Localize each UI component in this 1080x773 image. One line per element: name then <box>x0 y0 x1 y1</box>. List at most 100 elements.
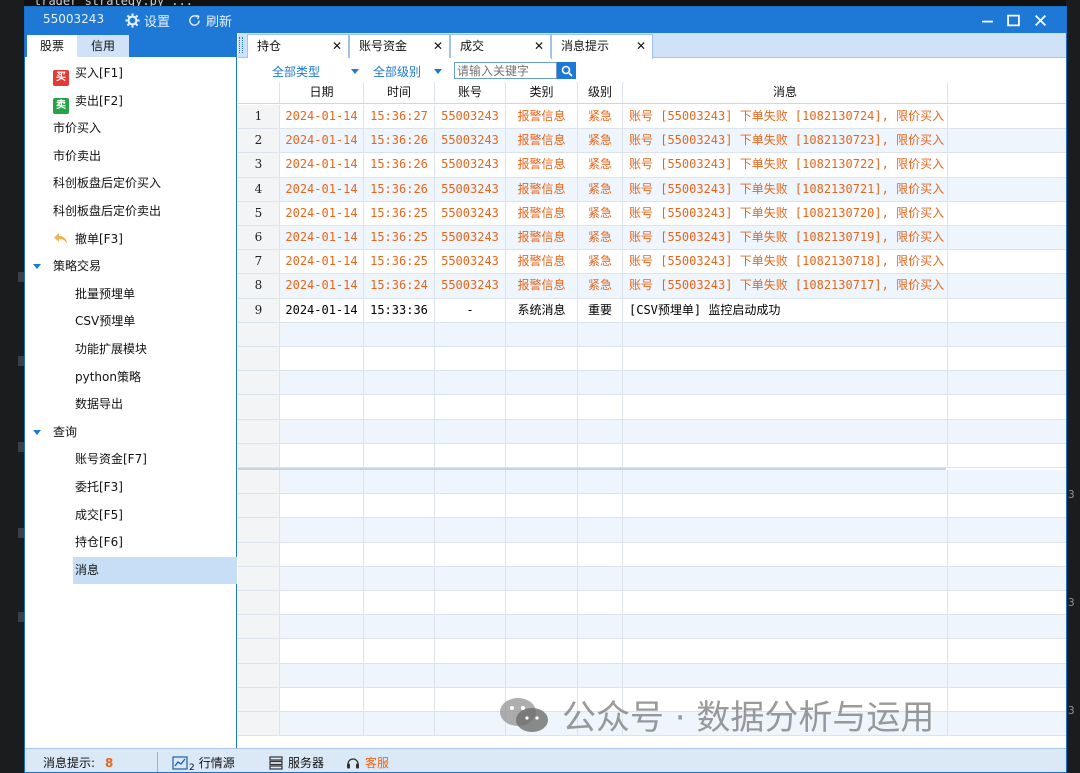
table-row[interactable] <box>238 347 1066 372</box>
menu-item-market-sell[interactable]: 市价卖出 <box>25 143 237 171</box>
table-cell <box>506 566 578 590</box>
menu-item-star-after-sell[interactable]: 科创板盘后定价卖出 <box>25 198 237 226</box>
table-row[interactable] <box>238 591 1066 616</box>
tab-positions[interactable]: 持仓 ✕ <box>247 34 349 58</box>
close-icon[interactable]: ✕ <box>332 35 342 57</box>
header-cell-date[interactable]: 日期 <box>280 82 364 103</box>
trading-client-window: 55003243 设置 刷新 股票 信用 买 买入[F1] 卖 卖出[F2] 市… <box>24 6 1067 773</box>
close-icon[interactable]: ✕ <box>534 35 544 57</box>
table-cell <box>364 663 435 687</box>
menu-item-messages[interactable]: 消息 <box>73 556 237 585</box>
message-count[interactable]: 消息提示: 8 <box>43 754 113 771</box>
table-row[interactable]: 9 2024-01-14 15:33:36- 系统消息 重要 [CSV预埋单] 监控启动成… <box>238 298 1066 323</box>
background-editor-right: 3 3 3 <box>1066 0 1080 773</box>
grip-handle[interactable] <box>239 37 243 53</box>
table-cell <box>364 371 435 395</box>
table-cell <box>238 470 280 494</box>
header-cell-category[interactable]: 类别 <box>506 82 578 103</box>
table-cell: 7 <box>238 250 280 274</box>
table-row[interactable]: 5 2024-01-14 15:36:25 55003243 报警信息 紧急 账号 [550… <box>238 201 1066 226</box>
table-row[interactable] <box>238 395 1066 420</box>
menu-item-cancel[interactable]: 撤单[F3] <box>25 226 237 254</box>
menu-item-extension[interactable]: 功能扩展模块 <box>25 336 237 364</box>
menu-item-sell[interactable]: 卖卖出[F2] <box>25 88 237 116</box>
table-cell: 账号 [55003243] 下单失败 [1082130720], 限价买入 <box>623 201 948 225</box>
table-cell: 紧急 <box>578 226 623 250</box>
customer-service-button[interactable]: 客服 <box>345 754 389 771</box>
header-cell-level[interactable]: 级别 <box>578 82 623 103</box>
menu-group-strategy[interactable]: 策略交易 <box>25 253 237 281</box>
table-cell <box>280 494 364 518</box>
tab-funds[interactable]: 账号资金 ✕ <box>349 34 450 58</box>
header-cell-time[interactable]: 时间 <box>364 82 435 103</box>
table-row[interactable] <box>238 663 1066 688</box>
table-row[interactable] <box>238 518 1066 543</box>
table-row[interactable] <box>238 542 1066 567</box>
table-cell <box>364 419 435 443</box>
table-row[interactable]: 7 2024-01-14 15:36:25 55003243 报警信息 紧急 账号 [550… <box>238 250 1066 275</box>
left-panel: 股票 信用 买买入[F1] 卖卖出[F2] 市价买入 市价卖出 科创板盘后定价买… <box>25 33 237 748</box>
filter-bar: 全部类型 全部级别 <box>238 59 1066 82</box>
menu-item-market-buy[interactable]: 市价买入 <box>25 115 237 143</box>
table-row[interactable] <box>238 470 1066 495</box>
table-row[interactable]: 6 2024-01-14 15:36:25 55003243 报警信息 紧急 账号 [550… <box>238 226 1066 251</box>
minimize-button[interactable] <box>977 10 997 30</box>
search-button[interactable] <box>557 62 576 79</box>
table-row[interactable] <box>238 322 1066 347</box>
table-row[interactable] <box>238 615 1066 640</box>
menu-item-export[interactable]: 数据导出 <box>25 391 237 419</box>
type-filter-select[interactable]: 全部类型 <box>272 63 364 80</box>
server-button[interactable]: 服务器 <box>268 754 324 771</box>
menu-item-batch[interactable]: 批量预埋单 <box>25 281 237 309</box>
table-cell <box>238 347 280 371</box>
menu-group-query[interactable]: 查询 <box>25 419 237 447</box>
table-cell <box>364 687 435 711</box>
table-row[interactable]: 3 2024-01-14 15:36:26 55003243 报警信息 紧急 账号 [550… <box>238 153 1066 178</box>
table-row[interactable] <box>238 443 1066 468</box>
table-row[interactable]: 8 2024-01-14 15:36:24 55003243 报警信息 紧急 账号 [550… <box>238 274 1066 299</box>
tab-trades[interactable]: 成交 ✕ <box>450 34 551 58</box>
table-cell: 2024-01-14 <box>280 201 364 225</box>
table-row[interactable] <box>238 639 1066 664</box>
table-cell: 报警信息 <box>506 250 578 274</box>
close-icon[interactable]: ✕ <box>433 35 443 57</box>
menu-item-orders[interactable]: 委托[F3] <box>25 474 237 502</box>
level-filter-select[interactable]: 全部级别 <box>373 63 445 80</box>
menu-item-csv[interactable]: CSV预埋单 <box>25 308 237 336</box>
close-window-button[interactable] <box>1030 10 1050 30</box>
table-row[interactable] <box>238 419 1066 444</box>
refresh-button[interactable]: 刷新 <box>187 11 232 30</box>
maximize-button[interactable] <box>1003 10 1023 30</box>
table-row[interactable]: 2 2024-01-14 15:36:26 55003243 报警信息 紧急 账号 [550… <box>238 129 1066 154</box>
header-cell-account[interactable]: 账号 <box>435 82 506 103</box>
table-row[interactable] <box>238 566 1066 591</box>
header-cell-index[interactable] <box>238 82 280 103</box>
header-cell-message[interactable]: 消息 <box>623 82 948 103</box>
table-cell: 紧急 <box>578 153 623 177</box>
table-row[interactable]: 1 2024-01-14 15:36:27 55003243 报警信息 紧急 账号 [550… <box>238 105 1066 130</box>
table-cell <box>280 395 364 419</box>
close-icon[interactable]: ✕ <box>636 35 646 57</box>
menu-item-label: 卖出[F2] <box>75 93 123 108</box>
search-input[interactable] <box>454 62 557 79</box>
menu-item-star-after-buy[interactable]: 科创板盘后定价买入 <box>25 170 237 198</box>
market-source-button[interactable]: 2 行情源 <box>172 754 235 772</box>
table-cell <box>364 322 435 346</box>
table-cell <box>506 395 578 419</box>
tab-messages[interactable]: 消息提示 ✕ <box>551 34 653 59</box>
table-row[interactable]: 4 2024-01-14 15:36:26 55003243 报警信息 紧急 账号 [550… <box>238 177 1066 202</box>
table-row[interactable] <box>238 494 1066 519</box>
settings-button[interactable]: 设置 <box>125 11 170 30</box>
table-cell <box>578 371 623 395</box>
menu-item-python[interactable]: python策略 <box>25 364 237 392</box>
menu-item-buy[interactable]: 买买入[F1] <box>25 60 237 88</box>
table-row[interactable] <box>238 371 1066 396</box>
menu-item-funds[interactable]: 账号资金[F7] <box>25 446 237 474</box>
tab-credit[interactable]: 信用 <box>77 35 129 57</box>
menu-item-positions[interactable]: 持仓[F6] <box>25 529 237 557</box>
menu-item-trades[interactable]: 成交[F5] <box>25 502 237 530</box>
tab-stock[interactable]: 股票 <box>27 35 77 57</box>
menu-item-label: 撤单[F3] <box>75 231 123 246</box>
table-cell <box>578 443 623 467</box>
document-tabbar: 持仓 ✕ 账号资金 ✕ 成交 ✕ 消息提示 ✕ <box>238 33 1066 59</box>
